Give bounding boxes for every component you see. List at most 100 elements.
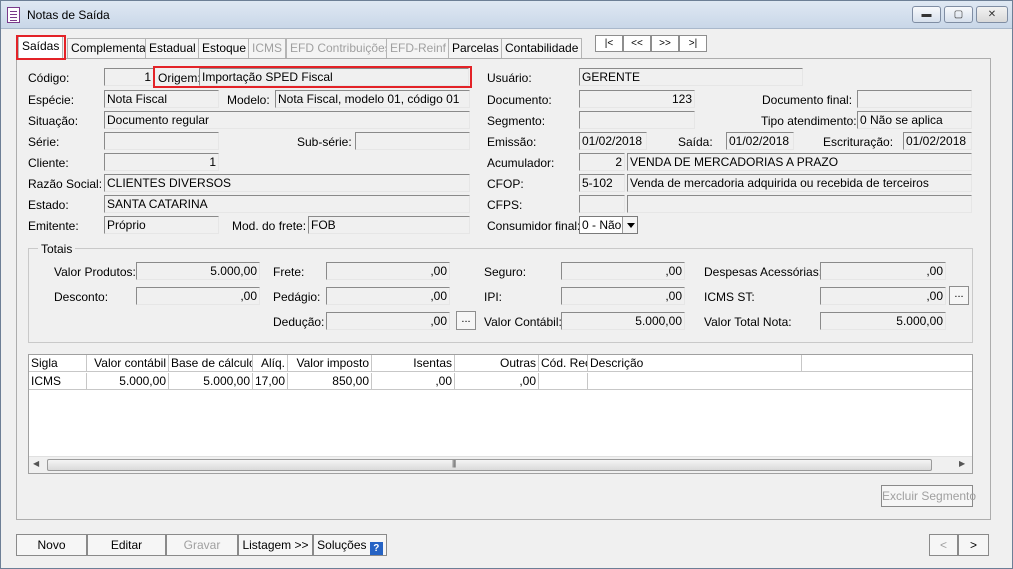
razao-social-label: Razão Social:: [28, 177, 103, 191]
editar-button[interactable]: Editar: [87, 534, 166, 556]
documento-field[interactable]: 123: [579, 90, 695, 108]
icms-st-field[interactable]: ,00: [820, 287, 946, 305]
valor-contabil-label: Valor Contábil:: [484, 315, 562, 329]
subserie-field[interactable]: [355, 132, 470, 150]
tab-complementar[interactable]: Complementar: [67, 38, 154, 58]
estado-label: Estado:: [28, 198, 69, 212]
documento-final-field[interactable]: [857, 90, 972, 108]
grid-header-outras[interactable]: Outras: [455, 355, 539, 372]
estado-field[interactable]: SANTA CATARINA: [104, 195, 470, 213]
cliente-field[interactable]: 1: [104, 153, 219, 171]
table-row-cell-valor-imposto[interactable]: 850,00: [288, 373, 372, 390]
window-title: Notas de Saída: [27, 8, 110, 22]
tab-parcelas[interactable]: Parcelas: [448, 38, 503, 58]
grid-header-sigla[interactable]: Sigla: [29, 355, 87, 372]
icms-st-more-button[interactable]: ...: [949, 286, 969, 305]
grid-header-valor-contabil[interactable]: Valor contábil: [87, 355, 169, 372]
frete-field[interactable]: ,00: [326, 262, 450, 280]
codigo-field[interactable]: 1: [104, 68, 154, 86]
modelo-field[interactable]: Nota Fiscal, modelo 01, código 01: [275, 90, 470, 108]
first-record-button[interactable]: |<: [595, 35, 623, 52]
help-icon: ?: [369, 542, 383, 555]
listagem-button[interactable]: Listagem >>: [238, 534, 313, 556]
despesas-acessorias-label: Despesas Acessórias:: [704, 265, 823, 279]
acumulador-code-field[interactable]: 2: [579, 153, 625, 171]
desconto-field[interactable]: ,00: [136, 287, 260, 305]
table-row-cell-cod-rec[interactable]: [539, 373, 588, 390]
prev-record-button[interactable]: <<: [623, 35, 651, 52]
tab-efd-reinf[interactable]: EFD-Reinf: [386, 38, 451, 58]
cfop-code-field[interactable]: 5-102: [579, 174, 625, 192]
deducao-more-button[interactable]: ...: [456, 311, 476, 330]
grid-header-isentas[interactable]: Isentas: [372, 355, 455, 372]
seguro-field[interactable]: ,00: [561, 262, 685, 280]
consumidor-final-label: Consumidor final:: [487, 219, 581, 233]
next-record-button[interactable]: >>: [651, 35, 679, 52]
grid-horizontal-scrollbar[interactable]: ◀ ||| ▶: [29, 456, 972, 473]
mod-frete-field[interactable]: FOB: [308, 216, 470, 234]
valor-contabil-field[interactable]: 5.000,00: [561, 312, 685, 330]
table-row-cell-isentas[interactable]: ,00: [372, 373, 455, 390]
escrituracao-field[interactable]: 01/02/2018: [903, 132, 972, 150]
valor-produtos-field[interactable]: 5.000,00: [136, 262, 260, 280]
table-row-cell-sigla[interactable]: ICMS: [29, 373, 87, 390]
emissao-field[interactable]: 01/02/2018: [579, 132, 647, 150]
minimize-button[interactable]: ▬: [912, 6, 941, 23]
scroll-right-icon[interactable]: ▶: [959, 459, 965, 468]
despesas-acessorias-field[interactable]: ,00: [820, 262, 946, 280]
solucoes-button[interactable]: Soluções ?: [313, 534, 387, 556]
acumulador-desc-field[interactable]: VENDA DE MERCADORIAS A PRAZO: [627, 153, 972, 171]
table-row-cell-valor-contabil[interactable]: 5.000,00: [87, 373, 169, 390]
gravar-button[interactable]: Gravar: [166, 534, 238, 556]
scroll-left-icon[interactable]: ◀: [33, 459, 39, 468]
grid-header-descricao[interactable]: Descrição: [588, 355, 802, 372]
tab-efd-contribuicoes[interactable]: EFD Contribuições: [286, 38, 395, 58]
tab-estadual[interactable]: Estadual: [145, 38, 200, 58]
consumidor-final-select[interactable]: 0 - Não: [579, 216, 638, 234]
cfop-desc-field[interactable]: Venda de mercadoria adquirida ou recebid…: [627, 174, 972, 192]
tab-contabilidade[interactable]: Contabilidade: [501, 38, 583, 58]
next-page-button[interactable]: >: [958, 534, 989, 556]
tipo-atendimento-label: Tipo atendimento:: [761, 114, 857, 128]
cfps-code-field[interactable]: [579, 195, 625, 213]
scrollbar-thumb[interactable]: [47, 459, 932, 471]
emitente-field[interactable]: Próprio: [104, 216, 219, 234]
cfps-label: CFPS:: [487, 198, 523, 212]
tab-icms[interactable]: ICMS: [248, 38, 286, 58]
deducao-field[interactable]: ,00: [326, 312, 450, 330]
last-record-button[interactable]: >|: [679, 35, 707, 52]
situacao-field[interactable]: Documento regular: [104, 111, 470, 129]
origem-field[interactable]: Importação SPED Fiscal: [199, 68, 469, 86]
tab-saidas[interactable]: Saídas: [18, 36, 64, 59]
valor-total-nota-field[interactable]: 5.000,00: [820, 312, 946, 330]
table-row-cell-outras[interactable]: ,00: [455, 373, 539, 390]
desconto-label: Desconto:: [54, 290, 109, 304]
grid-header-cod-rec[interactable]: Cód. Rec.: [539, 355, 588, 372]
excluir-segmento-button[interactable]: Excluir Segmento: [881, 485, 976, 507]
close-button[interactable]: ✕: [976, 6, 1008, 23]
pedagio-field[interactable]: ,00: [326, 287, 450, 305]
grid-header-aliquota[interactable]: Alíq.: [253, 355, 288, 372]
cfps-desc-field[interactable]: [627, 195, 972, 213]
tipo-atendimento-field[interactable]: 0 Não se aplica: [857, 111, 972, 129]
table-row-cell-base-calculo[interactable]: 5.000,00: [169, 373, 253, 390]
grid-header-valor-imposto[interactable]: Valor imposto: [288, 355, 372, 372]
saida-field[interactable]: 01/02/2018: [726, 132, 794, 150]
frete-label: Frete:: [273, 265, 305, 279]
document-icon: [7, 7, 20, 23]
chevron-down-icon[interactable]: [622, 217, 637, 233]
maximize-button[interactable]: ▢: [944, 6, 973, 23]
usuario-field[interactable]: GERENTE: [579, 68, 803, 86]
table-row-cell-aliquota[interactable]: 17,00: [253, 373, 288, 390]
tab-estoque[interactable]: Estoque: [198, 38, 251, 58]
grid-header-base-calculo[interactable]: Base de cálculo: [169, 355, 253, 372]
segmento-field[interactable]: [579, 111, 695, 129]
especie-field[interactable]: Nota Fiscal: [104, 90, 219, 108]
serie-field[interactable]: [104, 132, 219, 150]
novo-button[interactable]: Novo: [16, 534, 87, 556]
table-row-cell-descricao[interactable]: [588, 373, 972, 390]
razao-social-field[interactable]: CLIENTES DIVERSOS: [104, 174, 470, 192]
ipi-field[interactable]: ,00: [561, 287, 685, 305]
especie-label: Espécie:: [28, 93, 75, 107]
prev-page-button[interactable]: <: [929, 534, 958, 556]
